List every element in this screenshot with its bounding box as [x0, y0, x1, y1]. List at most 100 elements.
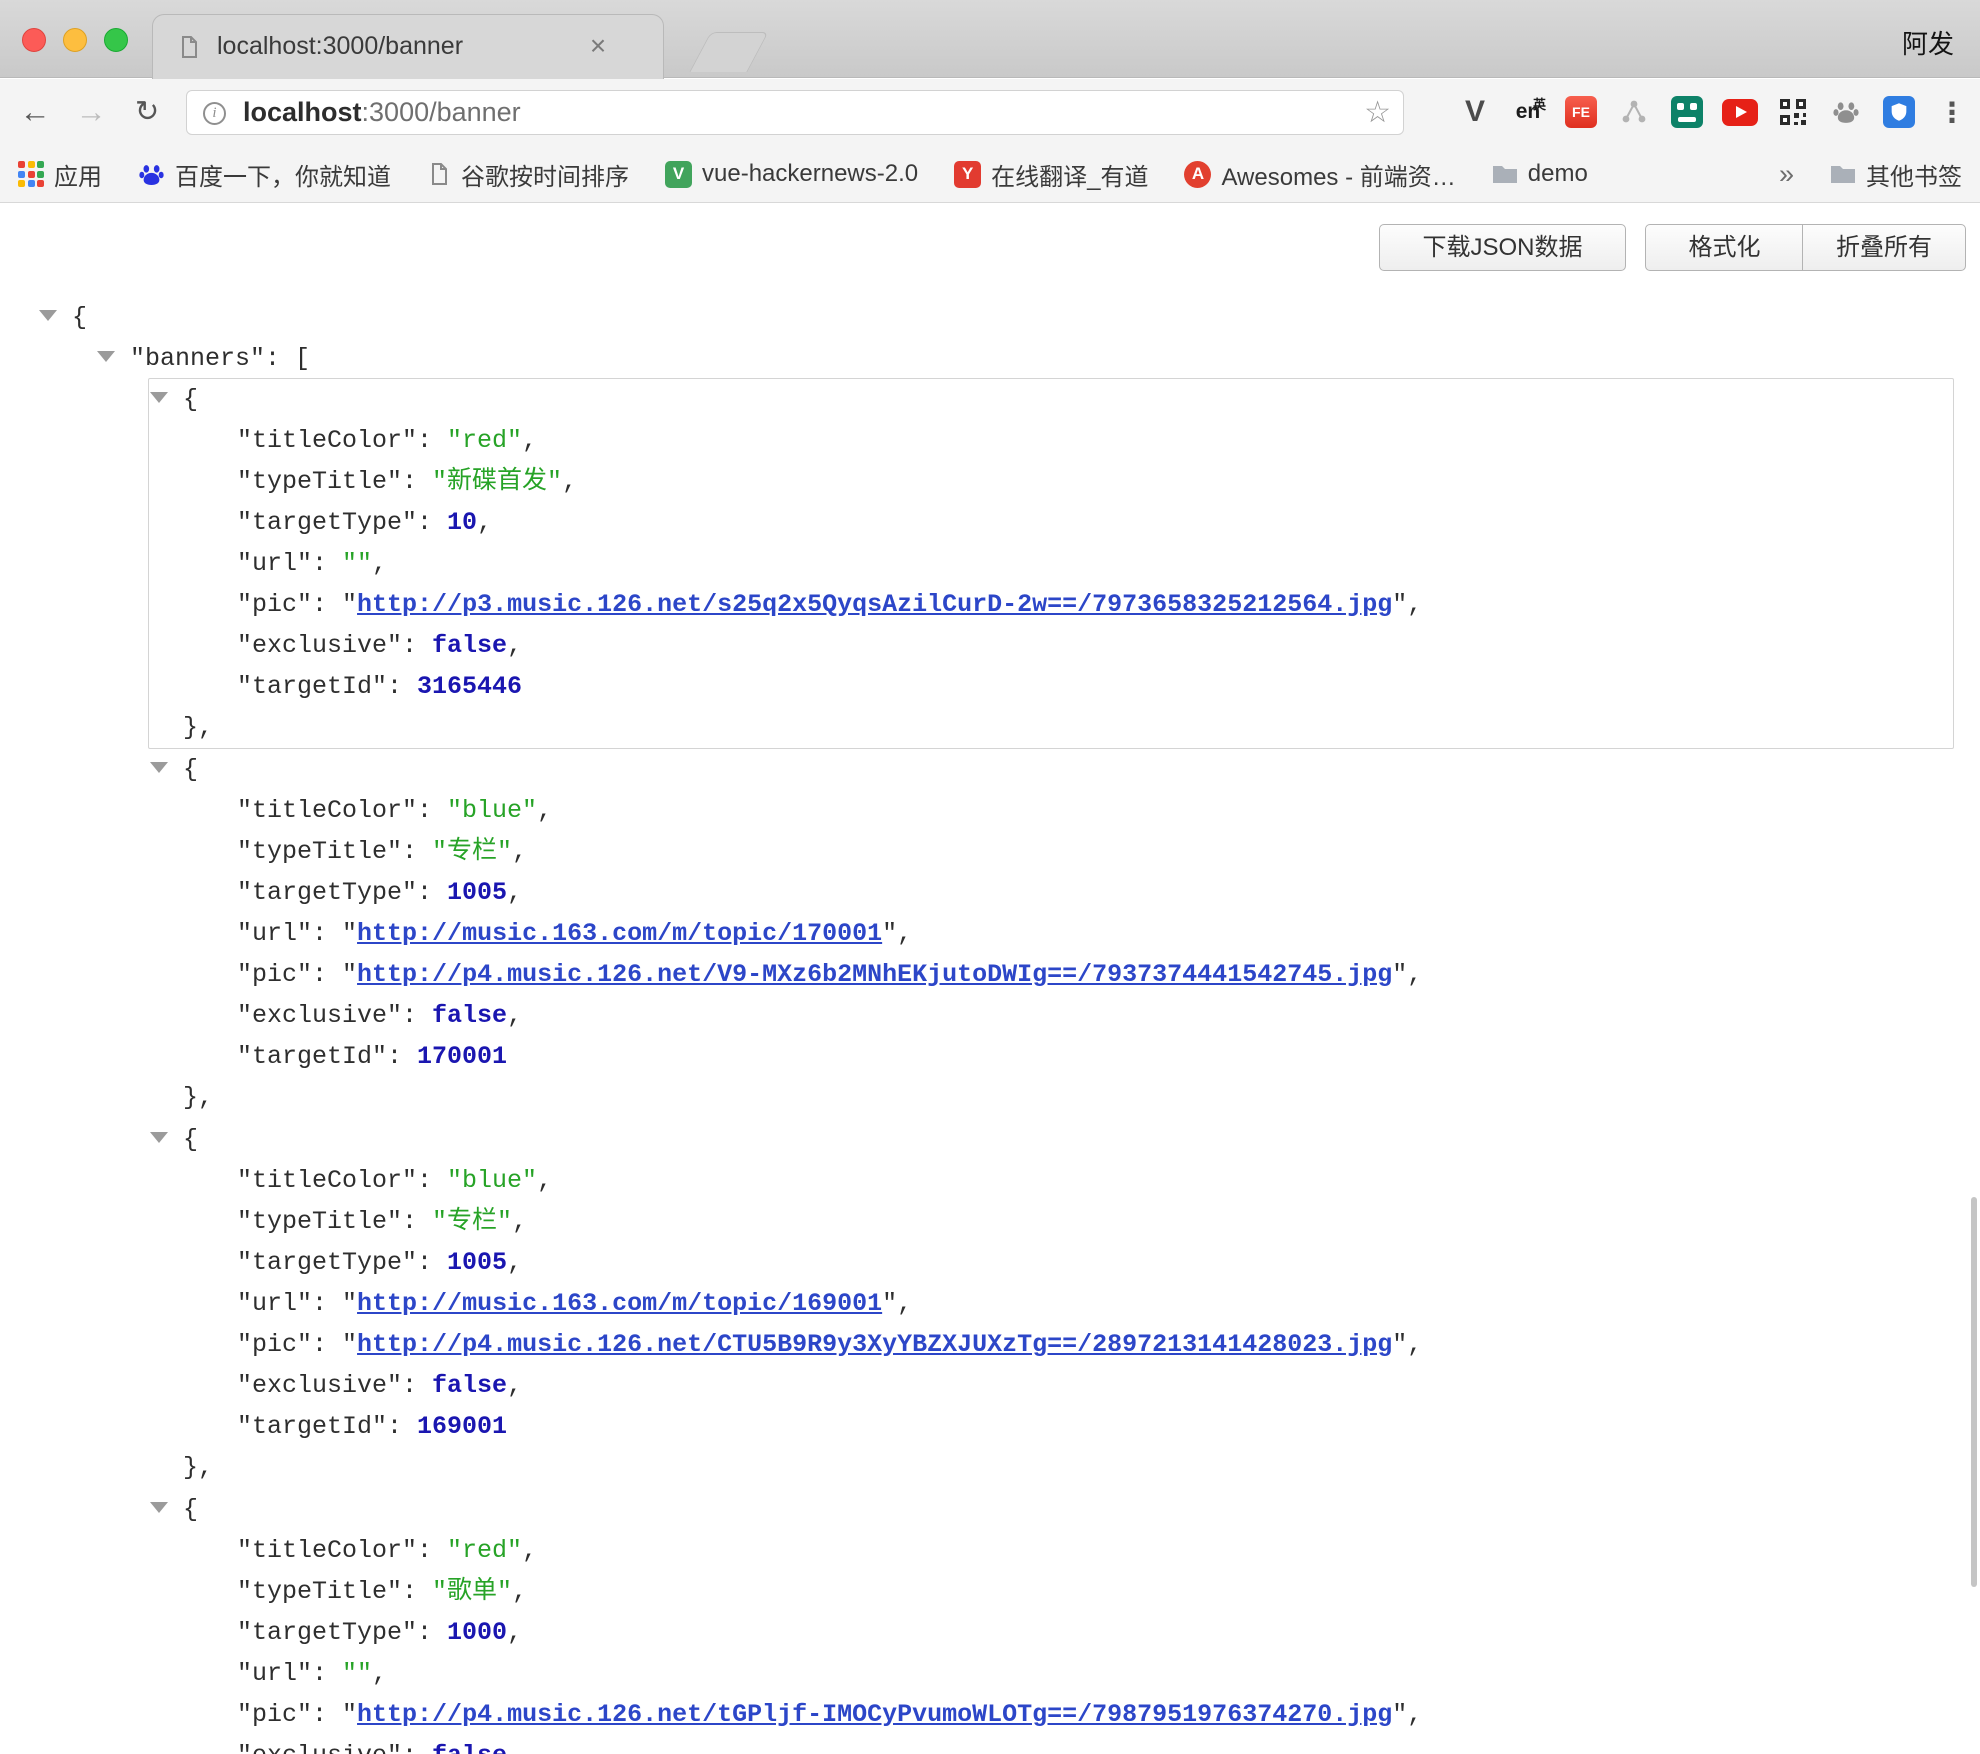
- json-token: ,: [512, 1207, 527, 1236]
- awesomes-icon: A: [1184, 161, 1211, 188]
- json-token: "专栏": [432, 837, 512, 866]
- window-minimize-button[interactable]: [63, 28, 87, 52]
- json-line: "targetId": 170001: [149, 1036, 1953, 1077]
- url-text[interactable]: localhost:3000/banner: [243, 91, 521, 134]
- json-line: "exclusive": false,: [149, 995, 1953, 1036]
- json-token: "typeTitle": [237, 1207, 402, 1236]
- json-token: ": [882, 1289, 897, 1318]
- org-extension-icon[interactable]: [1614, 92, 1654, 132]
- json-token: "red": [447, 426, 522, 455]
- bookmarks-bar: 应用 百度一下，你就知道 谷歌按时间排序 V vue-hackernews-2.…: [0, 146, 1980, 203]
- bookmark-star-icon[interactable]: ☆: [1364, 94, 1391, 132]
- json-token: "targetType": [237, 1248, 417, 1277]
- extension-toolbar: V en英 FE: [1455, 88, 1972, 136]
- back-button[interactable]: ←: [14, 91, 56, 133]
- bookmarks-overflow-chevron[interactable]: »: [1779, 159, 1794, 190]
- json-token: ,: [537, 796, 552, 825]
- monkey-extension-icon[interactable]: [1667, 92, 1707, 132]
- json-token: false: [432, 1371, 507, 1400]
- qrcode-extension-icon[interactable]: [1773, 92, 1813, 132]
- collapse-triangle-icon[interactable]: [150, 392, 168, 403]
- json-token: },: [183, 1453, 213, 1482]
- json-token: ,: [512, 837, 527, 866]
- json-token: ,: [512, 1577, 527, 1606]
- fe-label: FE: [1572, 104, 1590, 120]
- download-json-button[interactable]: 下载JSON数据: [1379, 224, 1626, 271]
- json-line: "pic": "http://p3.music.126.net/s25q2x5Q…: [149, 584, 1953, 625]
- bookmark-item-baidu[interactable]: 百度一下，你就知道: [138, 157, 391, 192]
- json-link[interactable]: http://p4.music.126.net/V9-MXz6b2MNhEKju…: [357, 960, 1392, 989]
- browser-tab[interactable]: localhost:3000/banner ×: [152, 14, 664, 79]
- json-token: "pic": [237, 1330, 312, 1359]
- collapse-triangle-icon[interactable]: [39, 310, 57, 321]
- fe-extension-icon[interactable]: FE: [1561, 92, 1601, 132]
- other-bookmarks-label: 其他书签: [1866, 157, 1962, 192]
- translate-extension-icon[interactable]: en英: [1508, 92, 1548, 132]
- json-token: ": [1392, 960, 1407, 989]
- json-token: 10: [447, 508, 477, 537]
- json-link[interactable]: http://music.163.com/m/topic/169001: [357, 1289, 882, 1318]
- json-token: :: [402, 1207, 432, 1236]
- json-token: 1005: [447, 878, 507, 907]
- json-token: ,: [507, 1248, 522, 1277]
- bookmark-item-youdao[interactable]: Y 在线翻译_有道: [954, 157, 1148, 192]
- json-line: "typeTitle": "歌单",: [149, 1571, 1953, 1612]
- shield-extension-icon[interactable]: [1879, 92, 1919, 132]
- apps-label: 应用: [54, 157, 102, 192]
- window-close-button[interactable]: [22, 28, 46, 52]
- address-bar[interactable]: i localhost:3000/banner ☆: [186, 90, 1404, 135]
- json-line: "banners": [: [0, 338, 1980, 379]
- scrollbar-thumb[interactable]: [1971, 1197, 1977, 1587]
- format-button[interactable]: 格式化: [1645, 224, 1804, 271]
- profile-name[interactable]: 阿发: [1902, 24, 1954, 61]
- bookmark-label: 在线翻译_有道: [991, 157, 1148, 192]
- json-token: ,: [372, 549, 387, 578]
- vimium-extension-icon[interactable]: V: [1455, 92, 1495, 132]
- collapse-all-button[interactable]: 折叠所有: [1802, 224, 1966, 271]
- json-link[interactable]: http://music.163.com/m/topic/170001: [357, 919, 882, 948]
- collapse-triangle-icon[interactable]: [150, 1502, 168, 1513]
- json-token: ": [342, 1700, 357, 1729]
- youtube-extension-icon[interactable]: [1720, 92, 1760, 132]
- bookmark-folder-demo[interactable]: demo: [1492, 160, 1588, 188]
- new-tab-button[interactable]: [689, 32, 768, 72]
- json-token: :: [417, 426, 447, 455]
- bookmark-item-vue-hackernews[interactable]: V vue-hackernews-2.0: [665, 160, 918, 188]
- json-token: ,: [477, 508, 492, 537]
- collapse-triangle-icon[interactable]: [150, 1132, 168, 1143]
- window-maximize-button[interactable]: [104, 28, 128, 52]
- json-token: :: [402, 1001, 432, 1030]
- json-link[interactable]: http://p3.music.126.net/s25q2x5QyqsAzilC…: [357, 590, 1392, 619]
- youdao-icon: Y: [954, 161, 981, 188]
- browser-menu-icon[interactable]: ⋮: [1932, 92, 1972, 132]
- json-token: "typeTitle": [237, 837, 402, 866]
- navigation-bar: ← → ↻ i localhost:3000/banner ☆ V en英 FE: [0, 79, 1980, 146]
- apps-shortcut[interactable]: 应用: [18, 157, 102, 192]
- bookmark-item-google-sort[interactable]: 谷歌按时间排序: [427, 157, 629, 192]
- json-token: ": [1392, 590, 1407, 619]
- tab-close-icon[interactable]: ×: [583, 32, 613, 62]
- json-token: ": [1392, 1330, 1407, 1359]
- json-link[interactable]: http://p4.music.126.net/CTU5B9R9y3XyYBZX…: [357, 1330, 1392, 1359]
- other-bookmarks-folder[interactable]: 其他书签: [1830, 157, 1962, 192]
- collapse-triangle-icon[interactable]: [150, 762, 168, 773]
- bookmark-item-awesomes[interactable]: A Awesomes - 前端资…: [1184, 157, 1455, 192]
- json-token: 170001: [417, 1042, 507, 1071]
- json-token: :: [402, 467, 432, 496]
- json-object: {"titleColor": "blue","typeTitle": "专栏",…: [148, 748, 1954, 1119]
- json-token: "targetId": [237, 1042, 387, 1071]
- baidu-paw-icon: [138, 161, 165, 188]
- json-token: :: [402, 631, 432, 660]
- reload-button[interactable]: ↻: [126, 91, 168, 133]
- json-line: {: [0, 297, 1980, 338]
- paw-extension-icon[interactable]: [1826, 92, 1866, 132]
- json-token: :: [312, 590, 342, 619]
- collapse-triangle-icon[interactable]: [97, 351, 115, 362]
- json-link[interactable]: http://p4.music.126.net/tGPljf-IMOCyPvum…: [357, 1700, 1392, 1729]
- json-line: "exclusive": false: [149, 1735, 1953, 1754]
- page-info-icon[interactable]: i: [203, 102, 226, 125]
- json-token: 169001: [417, 1412, 507, 1441]
- page-content: 下载JSON数据 格式化 折叠所有 {"banners": [{"titleCo…: [0, 204, 1980, 1754]
- json-token: "url": [237, 919, 312, 948]
- json-token: "targetId": [237, 672, 387, 701]
